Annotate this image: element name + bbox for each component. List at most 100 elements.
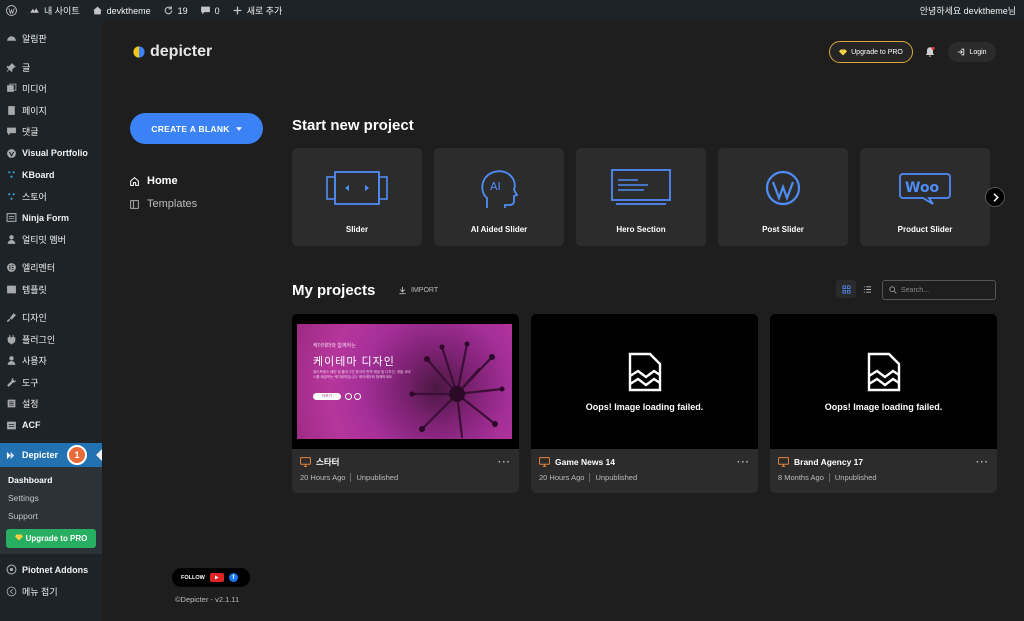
kboard-icon [6, 169, 17, 180]
depicter-submenu: Dashboard Settings Support Upgrade to PR… [0, 467, 102, 554]
wordpress-logo-icon[interactable] [0, 0, 23, 21]
wrench-icon [6, 377, 17, 388]
site-name: 내 사이트 [44, 6, 80, 16]
project-card[interactable]: 케이테마와 함께하는 케이테마 디자인 워드프레스 테마 및 플러그인 한국어 … [292, 314, 519, 493]
menu-label: 얼티밋 멤버 [22, 234, 66, 245]
menu-item-kboard[interactable]: KBoard [0, 164, 102, 186]
search-input[interactable]: Search... [882, 280, 996, 300]
menu-item-visual-portfolio[interactable]: Visual Portfolio [0, 143, 102, 165]
more-options-icon[interactable]: ··· [498, 457, 511, 468]
menu-label: Ninja Form [22, 212, 70, 223]
menu-item-piotnet[interactable]: Piotnet Addons [0, 559, 102, 581]
import-button[interactable]: IMPORT [398, 286, 438, 295]
list-view-button[interactable] [858, 280, 876, 298]
nav-home[interactable]: Home [129, 175, 178, 187]
menu-item-ninja-form[interactable]: Ninja Form [0, 207, 102, 229]
menu-item-templates[interactable]: 템플릿 [0, 279, 102, 301]
nav-home-label: Home [147, 175, 178, 187]
menu-item-posts[interactable]: 글 [0, 57, 102, 79]
image-error-text: Oops! Image loading failed. [585, 401, 704, 412]
menu-label: 사용자 [22, 356, 47, 367]
upgrade-pro-button[interactable]: Upgrade to PRO [829, 41, 913, 63]
depicter-logo[interactable]: depicter [132, 43, 212, 61]
project-type-slider[interactable]: Slider [292, 148, 422, 246]
project-status: Unpublished [834, 473, 877, 482]
divider [828, 473, 830, 482]
menu-label: 도구 [22, 377, 39, 388]
site-name-link[interactable]: 내 사이트 [23, 0, 86, 21]
menu-item-settings[interactable]: 설정 [0, 393, 102, 415]
monitor-icon [300, 457, 311, 467]
login-label: Login [969, 48, 987, 56]
updates-count: 19 [177, 5, 188, 16]
theme-link[interactable]: devktheme [86, 0, 157, 21]
youtube-icon[interactable] [209, 573, 224, 582]
project-thumbnail[interactable]: Oops! Image loading failed. [770, 314, 997, 449]
media-icon [6, 83, 17, 94]
updates-link[interactable]: 19 [157, 0, 194, 21]
grid-view-button[interactable] [836, 280, 856, 298]
comments-link[interactable]: 0 [194, 0, 226, 21]
project-type-product-slider[interactable]: Woo Product Slider [860, 148, 990, 246]
menu-item-acf[interactable]: ACF [0, 415, 102, 437]
menu-item-comments[interactable]: 댓글 [0, 121, 102, 143]
site-icon [30, 8, 39, 13]
menu-label: Piotnet Addons [22, 564, 89, 575]
menu-label: Depicter [22, 450, 59, 460]
next-arrow-button[interactable] [985, 187, 1005, 207]
project-type-post-slider[interactable]: Post Slider [718, 148, 848, 246]
project-time: 8 Months Ago [778, 473, 824, 482]
new-content-link[interactable]: 새로 추가 [226, 0, 289, 21]
menu-item-depicter[interactable]: Depicter 1 [0, 443, 102, 467]
nav-templates-label: Templates [147, 198, 198, 210]
follow-label: FOLLOW [181, 574, 205, 581]
account-link[interactable]: 안녕하세요 devktheme님 [914, 0, 1024, 21]
menu-item-pages[interactable]: 페이지 [0, 100, 102, 122]
menu-label: 설정 [22, 399, 39, 410]
more-options-icon[interactable]: ··· [976, 457, 989, 468]
menu-item-media[interactable]: 미디어 [0, 78, 102, 100]
menu-label: 템플릿 [22, 284, 47, 295]
thumb-button: 더보기 [313, 393, 341, 400]
submenu-support[interactable]: Support [0, 507, 102, 525]
wordpress-icon [765, 170, 801, 206]
brush-icon [6, 312, 17, 323]
admin-bar: 내 사이트 devktheme 19 0 새로 추가 안녕하세요 devkthe… [0, 0, 1024, 21]
menu-label: 디자인 [22, 313, 47, 324]
menu-item-ultimate-member[interactable]: 얼티밋 멤버 [0, 229, 102, 251]
broken-image-icon [628, 352, 661, 391]
facebook-icon[interactable]: f [228, 573, 238, 582]
thumb-title: 케이테마 디자인 [313, 356, 395, 368]
menu-item-store[interactable]: 스토어 [0, 186, 102, 208]
project-thumbnail[interactable]: 케이테마와 함께하는 케이테마 디자인 워드프레스 테마 및 플러그인 한국어 … [292, 314, 519, 449]
search-icon [889, 286, 897, 294]
chevron-right-icon [992, 192, 999, 202]
project-type-label: AI Aided Slider [470, 225, 528, 234]
project-card[interactable]: Oops! Image loading failed. Brand Agency… [770, 314, 997, 493]
menu-item-plugins[interactable]: 플러그인 [0, 329, 102, 351]
submenu-upgrade-button[interactable]: Upgrade to PRO [6, 529, 96, 548]
menu-item-elementor[interactable]: 엘리멘터 [0, 257, 102, 279]
menu-item-appearance[interactable]: 디자인 [0, 307, 102, 329]
project-types: Slider AI AI Aided Slider Hero Section P… [292, 148, 990, 246]
menu-label: 플러그인 [22, 334, 56, 345]
svg-text:Woo: Woo [905, 180, 940, 196]
bell-icon[interactable] [924, 46, 936, 58]
project-type-hero-section[interactable]: Hero Section [576, 148, 706, 246]
submenu-dashboard[interactable]: Dashboard [0, 471, 102, 489]
project-type-ai-slider[interactable]: AI AI Aided Slider [434, 148, 564, 246]
comments-count: 0 [214, 5, 220, 16]
menu-item-dashboard[interactable]: 알림판 [0, 28, 102, 50]
woo-icon: Woo [899, 173, 951, 205]
create-blank-button[interactable]: CREATE A BLANK [130, 113, 263, 144]
more-options-icon[interactable]: ··· [737, 457, 750, 468]
project-card[interactable]: Oops! Image loading failed. Game News 14… [531, 314, 758, 493]
dashboard-icon [6, 33, 17, 44]
menu-item-collapse[interactable]: 메뉴 접기 [0, 581, 102, 603]
submenu-settings[interactable]: Settings [0, 489, 102, 507]
menu-item-tools[interactable]: 도구 [0, 372, 102, 394]
project-thumbnail[interactable]: Oops! Image loading failed. [531, 314, 758, 449]
nav-templates[interactable]: Templates [129, 198, 197, 210]
menu-item-users[interactable]: 사용자 [0, 350, 102, 372]
login-button[interactable]: Login [948, 42, 996, 62]
